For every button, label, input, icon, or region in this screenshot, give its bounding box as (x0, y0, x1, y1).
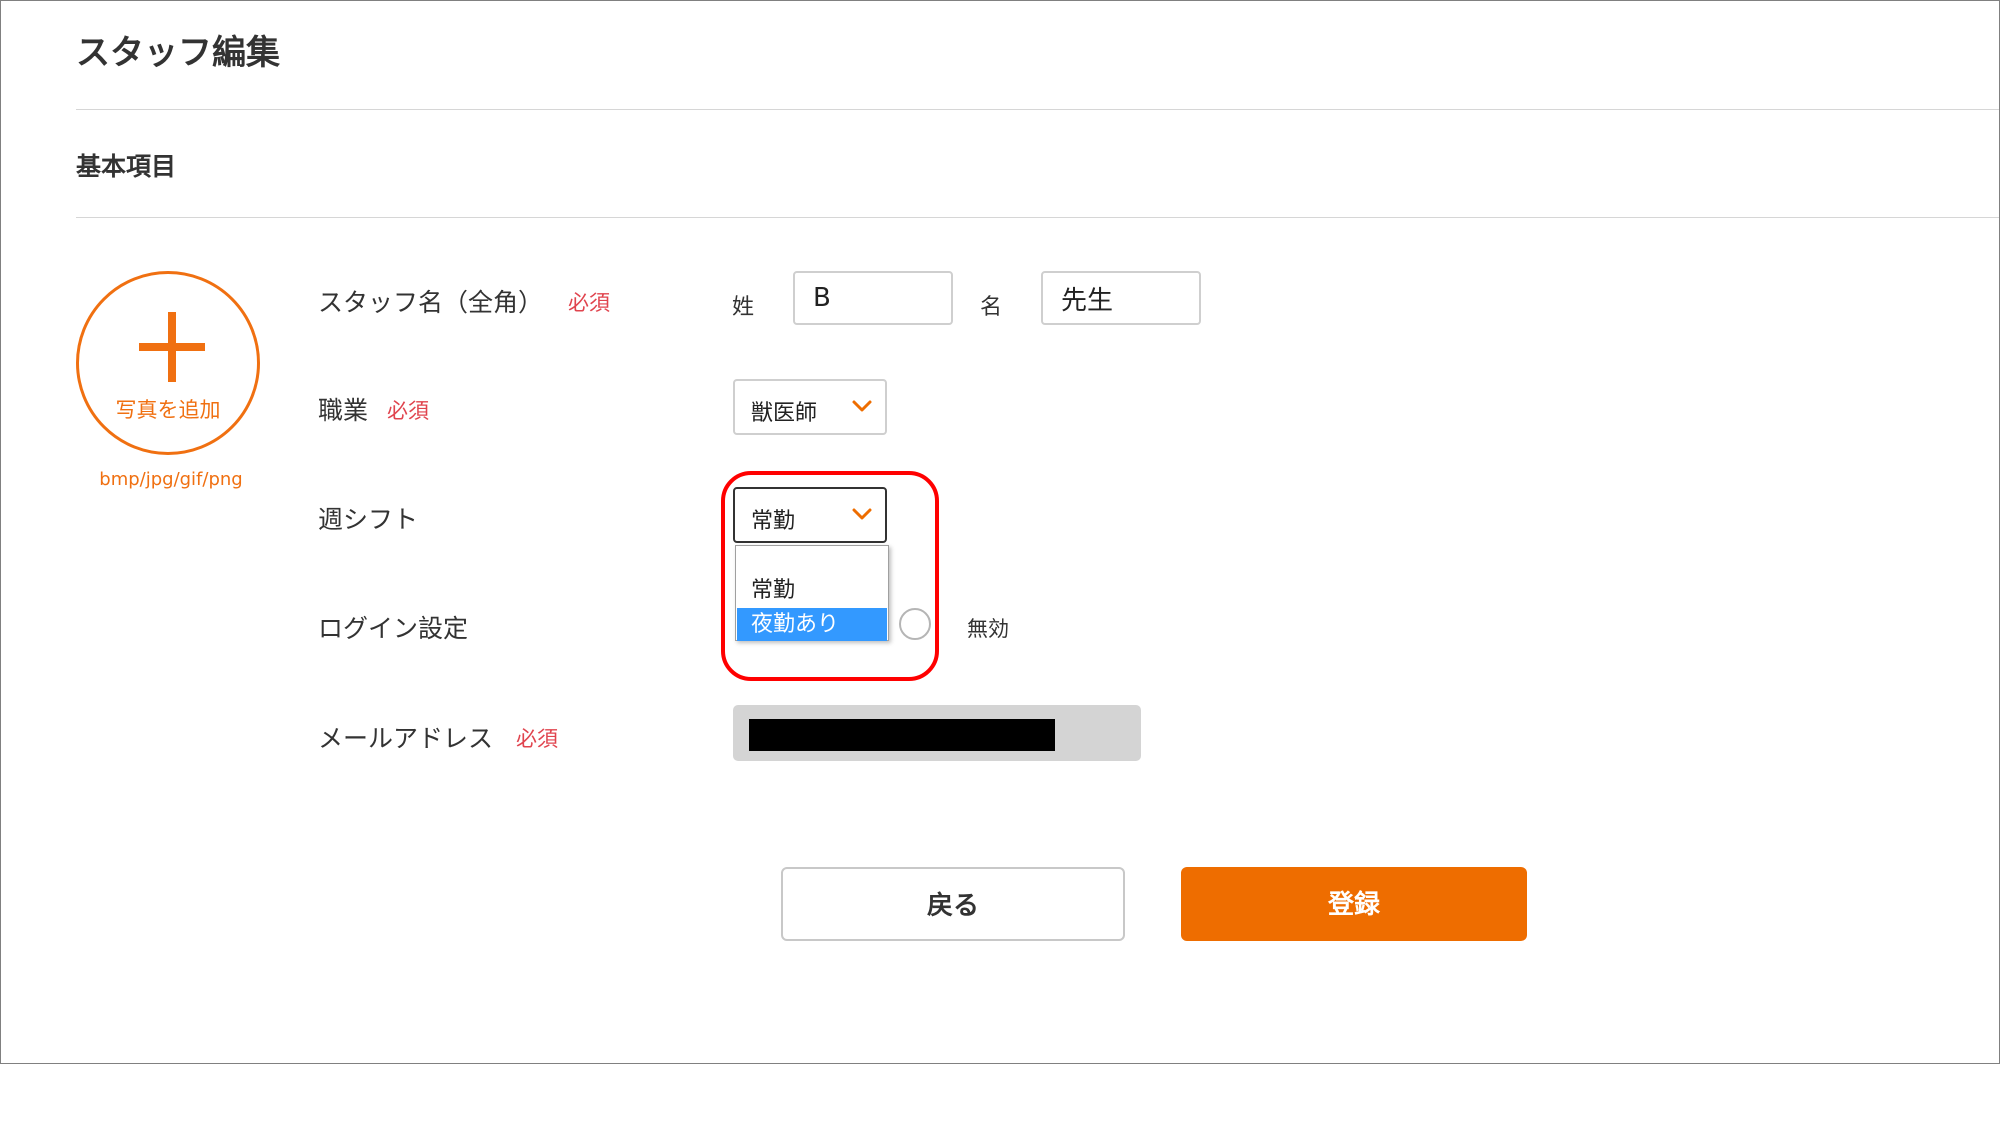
chevron-down-icon (852, 400, 872, 412)
register-button[interactable]: 登録 (1181, 867, 1527, 941)
page-frame: スタッフ編集 基本項目 写真を追加 bmp/jpg/gif/png スタッフ名（… (0, 0, 2000, 1064)
section-title: 基本項目 (76, 152, 177, 181)
first-name-input[interactable] (1041, 271, 1201, 325)
last-name-label: 姓 (732, 295, 755, 320)
weekly-shift-option-fulltime[interactable]: 常勤 (737, 574, 887, 607)
first-name-label: 名 (980, 295, 1003, 320)
add-photo-button[interactable]: 写真を追加 (76, 271, 260, 455)
last-name-input[interactable] (793, 271, 953, 325)
login-settings-label: ログイン設定 (318, 614, 469, 643)
title-divider (76, 109, 1999, 110)
back-button[interactable]: 戻る (781, 867, 1125, 941)
email-required-badge: 必須 (516, 727, 558, 751)
login-disabled-radio[interactable] (899, 608, 931, 640)
add-photo-label: 写真を追加 (115, 398, 221, 422)
page-title: スタッフ編集 (76, 33, 280, 73)
weekly-shift-select[interactable]: 常勤 (733, 487, 887, 543)
section-divider (76, 217, 1999, 218)
occupation-label: 職業 (318, 396, 369, 425)
weekly-shift-select-value: 常勤 (751, 509, 796, 534)
redacted-email (749, 719, 1055, 751)
staff-name-required-badge: 必須 (568, 291, 610, 315)
weekly-shift-option-night[interactable]: 夜勤あり (737, 608, 887, 641)
email-field (733, 705, 1141, 761)
plus-icon-vertical (168, 312, 176, 382)
weekly-shift-label: 週シフト (318, 505, 419, 534)
occupation-required-badge: 必須 (387, 399, 429, 423)
weekly-shift-dropdown: 常勤 夜勤あり (735, 545, 889, 641)
login-disabled-label: 無効 (967, 617, 1009, 641)
photo-formats-hint: bmp/jpg/gif/png (99, 469, 243, 490)
staff-name-label: スタッフ名（全角） (318, 288, 544, 317)
email-label: メールアドレス (318, 724, 494, 753)
chevron-down-icon (852, 508, 872, 520)
occupation-select-value: 獣医師 (751, 401, 818, 426)
occupation-select[interactable]: 獣医師 (733, 379, 887, 435)
